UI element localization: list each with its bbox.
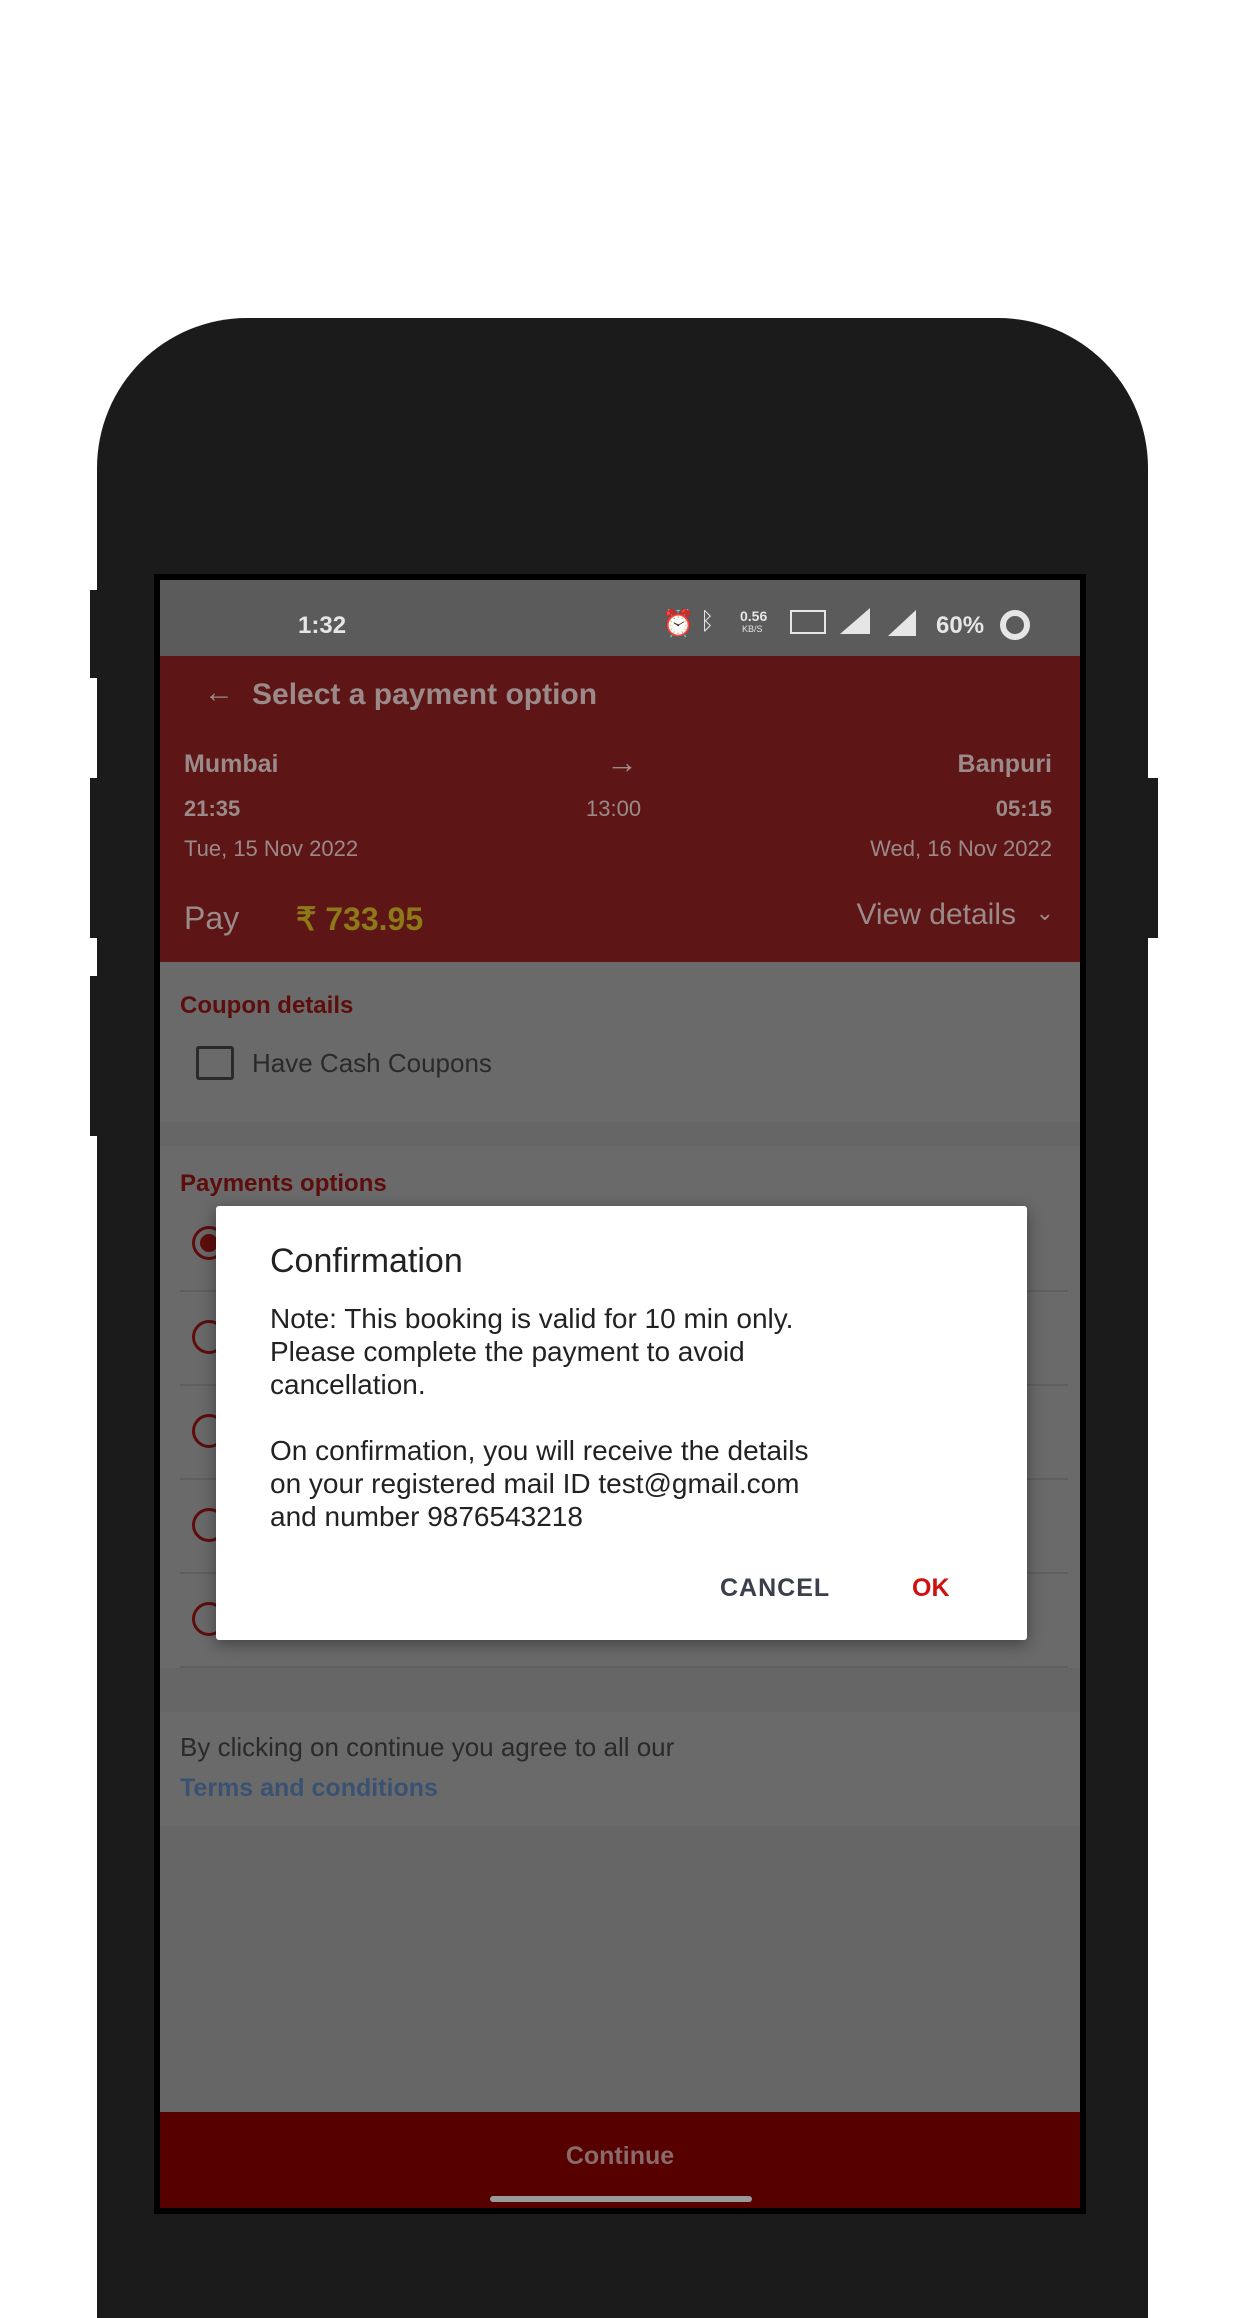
screen: 1:32 ⏰ ᛒ 0.56 KB/S 60% ← Select a paymen… xyxy=(160,580,1080,2208)
trip-header: ← Select a payment option Mumbai → Banpu… xyxy=(160,656,1080,962)
battery-icon xyxy=(1000,610,1030,640)
phone-button xyxy=(1144,778,1158,938)
coupon-title: Coupon details xyxy=(180,992,354,1019)
net-speed: 0.56 xyxy=(740,608,768,624)
alarm-icon: ⏰ xyxy=(662,608,695,638)
from-city: Mumbai xyxy=(184,750,279,778)
dialog-title: Confirmation xyxy=(270,1242,463,1280)
home-indicator[interactable] xyxy=(490,2196,752,2202)
continue-button[interactable]: Continue xyxy=(160,2112,1080,2208)
pay-amount: ₹ 733.95 xyxy=(296,901,424,937)
terms-text: By clicking on continue you agree to all… xyxy=(180,1732,675,1762)
status-time: 1:32 xyxy=(298,612,347,639)
departure-date: Tue, 15 Nov 2022 xyxy=(184,836,359,861)
dialog-line: on your registered mail ID test@gmail.co… xyxy=(270,1468,800,1499)
terms-link[interactable]: Terms and conditions xyxy=(180,1774,438,1803)
phone-button xyxy=(90,778,102,938)
signal-icon xyxy=(888,610,916,636)
arrival-date: Wed, 16 Nov 2022 xyxy=(870,836,1052,861)
dialog-line: Please complete the payment to avoid xyxy=(270,1336,745,1367)
confirmation-dialog: Confirmation Note: This booking is valid… xyxy=(216,1206,1027,1640)
pay-label: Pay xyxy=(184,900,240,936)
departure-time: 21:35 xyxy=(184,796,241,821)
phone-button xyxy=(90,590,102,678)
cash-coupons-checkbox[interactable] xyxy=(196,1046,234,1080)
to-city: Banpuri xyxy=(957,750,1052,778)
status-bar: 1:32 ⏰ ᛒ 0.56 KB/S 60% xyxy=(160,580,1080,656)
chevron-down-icon[interactable]: ⌄ xyxy=(1036,900,1054,926)
dialog-line: On confirmation, you will receive the de… xyxy=(270,1435,809,1466)
arrow-right-icon: → xyxy=(606,744,638,780)
arrival-time: 05:15 xyxy=(995,796,1052,821)
dialog-line: and number 9876543218 xyxy=(270,1501,583,1532)
continue-label: Continue xyxy=(565,2142,675,2170)
volte-icon xyxy=(790,610,826,634)
battery-level: 60% xyxy=(936,612,985,639)
cancel-button[interactable]: CANCEL xyxy=(720,1574,830,1603)
divider xyxy=(180,1666,1068,1668)
dialog-line: Note: This booking is valid for 10 min o… xyxy=(270,1303,794,1334)
dialog-line: cancellation. xyxy=(270,1369,426,1400)
dialog-message: Note: This booking is valid for 10 min o… xyxy=(270,1302,808,1533)
net-unit: KB/S xyxy=(742,624,763,634)
view-details-button[interactable]: View details xyxy=(856,898,1016,932)
cash-coupons-label: Have Cash Coupons xyxy=(252,1048,492,1078)
page-title: Select a payment option xyxy=(252,678,598,711)
back-arrow-icon[interactable]: ← xyxy=(204,676,234,710)
ok-button[interactable]: OK xyxy=(912,1574,950,1603)
duration: 13:00 xyxy=(586,796,642,821)
phone-button xyxy=(90,976,102,1136)
4g-signal-icon xyxy=(840,608,870,634)
coupon-section: Coupon details Have Cash Coupons xyxy=(160,962,1080,1122)
payments-title: Payments options xyxy=(180,1170,387,1197)
terms-section: By clicking on continue you agree to all… xyxy=(160,1712,1080,1826)
bluetooth-icon: ᛒ xyxy=(700,608,715,635)
